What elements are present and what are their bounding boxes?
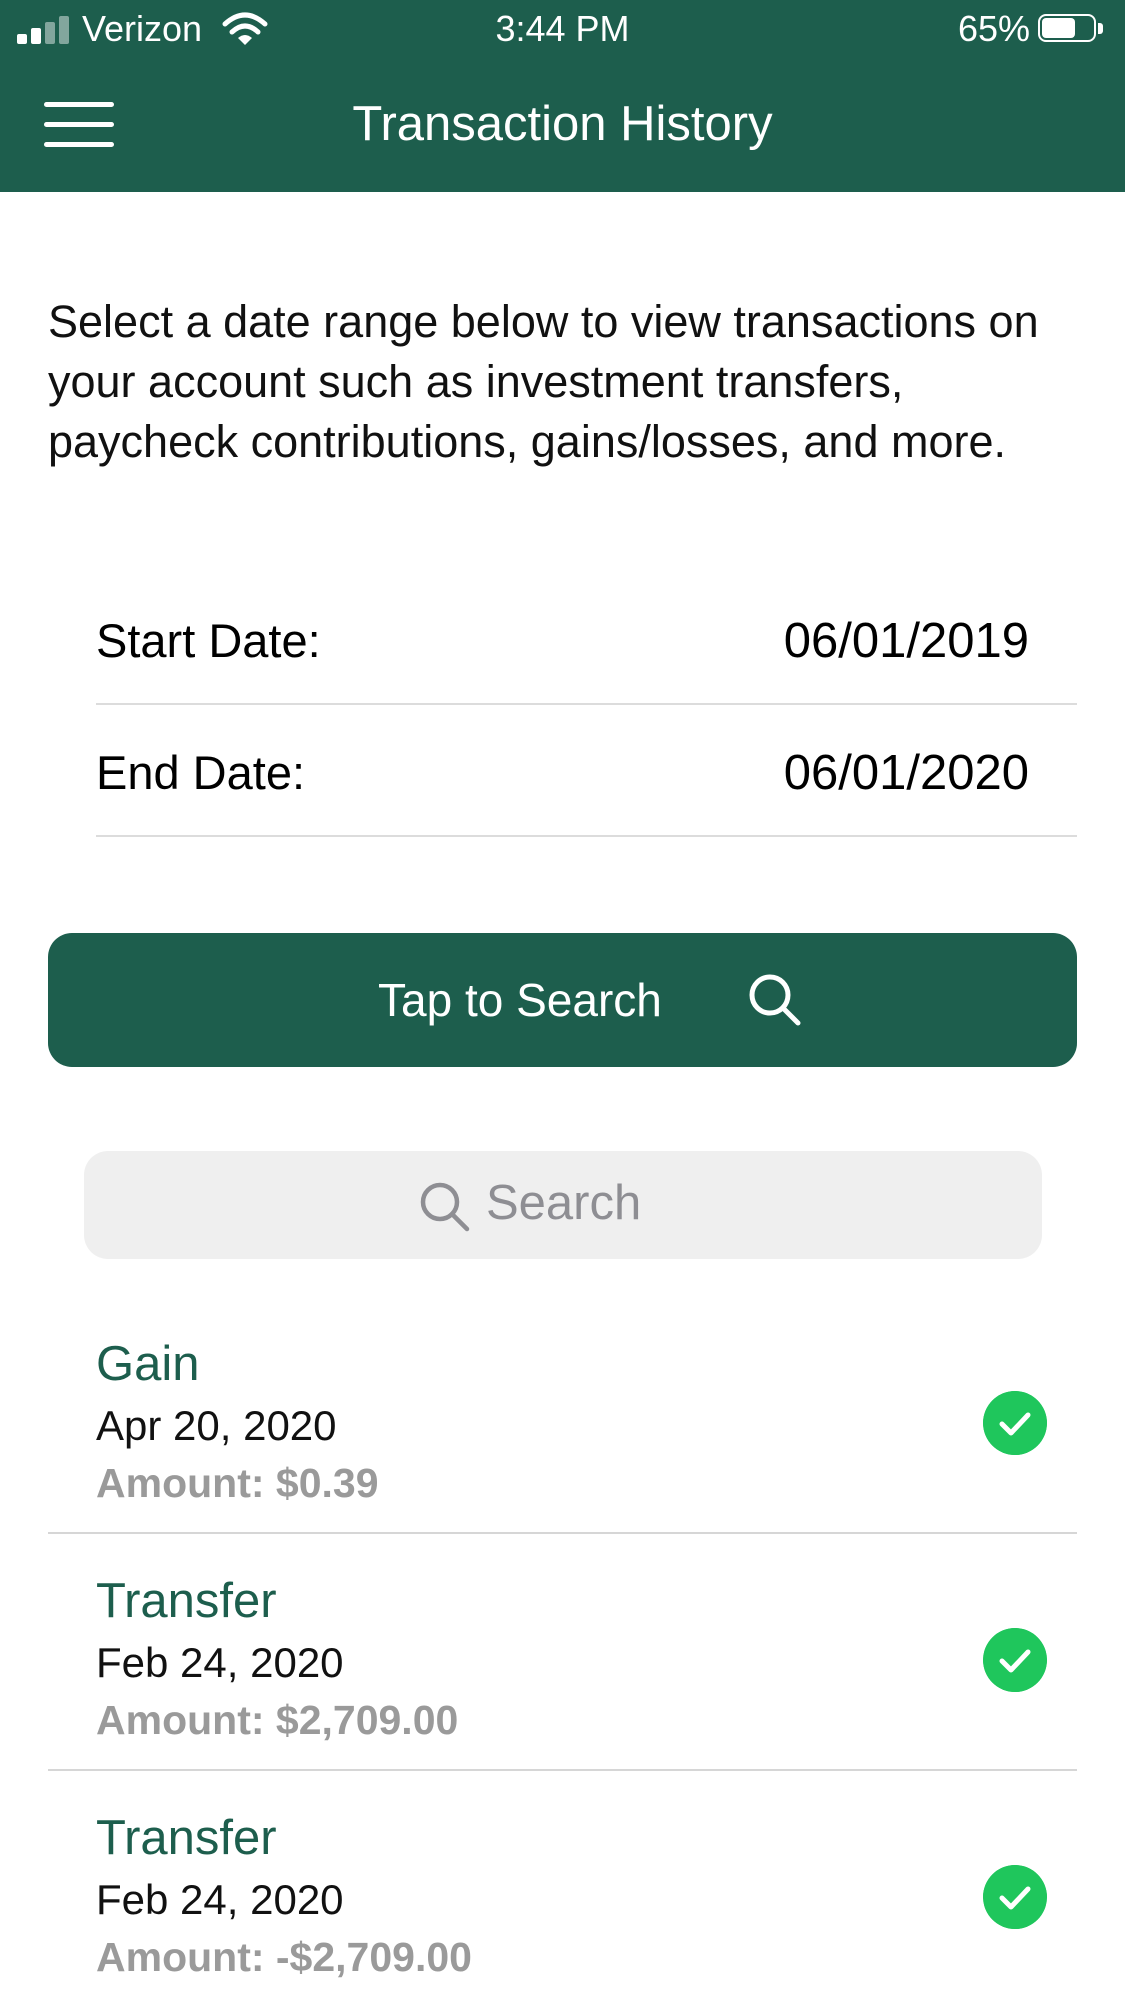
tap-to-search-label: Tap to Search <box>378 974 662 1026</box>
check-circle-icon <box>983 1865 1047 1929</box>
search-input[interactable] <box>486 1173 986 1233</box>
check-circle-icon <box>983 1628 1047 1692</box>
intro-text: Select a date range below to view transa… <box>48 296 1039 467</box>
transaction-type: Transfer <box>96 1811 277 1865</box>
end-date-row[interactable]: End Date: 06/01/2020 <box>96 705 1077 837</box>
start-date-value[interactable]: 06/01/2019 <box>784 613 1029 669</box>
status-time: 3:44 PM <box>495 8 630 49</box>
transaction-row[interactable]: Transfer Feb 24, 2020 Amount: $2,709.00 <box>48 1533 1077 1771</box>
transaction-amount: Amount: $0.39 <box>96 1460 379 1506</box>
transaction-row[interactable]: Transfer Feb 24, 2020 Amount: -$2,709.00 <box>48 1770 1077 2006</box>
battery-icon <box>1038 14 1108 46</box>
end-date-value[interactable]: 06/01/2020 <box>784 745 1029 801</box>
search-icon <box>749 974 801 1026</box>
start-date-row[interactable]: Start Date: 06/01/2019 <box>96 573 1077 705</box>
start-date-label: Start Date: <box>96 614 321 667</box>
transaction-amount: Amount: -$2,709.00 <box>96 1934 472 1980</box>
transaction-amount: Amount: $2,709.00 <box>96 1697 459 1743</box>
status-bar: Verizon 3:44 PM 65% <box>0 0 1125 60</box>
search-icon <box>420 1182 470 1232</box>
end-date-label: End Date: <box>96 746 306 799</box>
transaction-date: Feb 24, 2020 <box>96 1639 344 1686</box>
transaction-row[interactable]: Gain Apr 20, 2020 Amount: $0.39 <box>48 1296 1077 1534</box>
transaction-type: Transfer <box>96 1574 277 1628</box>
transaction-date: Apr 20, 2020 <box>96 1402 337 1449</box>
battery-percent: 65% <box>957 8 1030 49</box>
transaction-type: Gain <box>96 1337 200 1391</box>
tap-to-search-button[interactable]: Tap to Search <box>48 933 1077 1067</box>
search-bar[interactable] <box>84 1151 1042 1259</box>
check-circle-icon <box>983 1391 1047 1455</box>
page-title: Transaction History <box>352 97 773 151</box>
app-header: Verizon 3:44 PM 65% Transaction History <box>0 0 1125 192</box>
transaction-date: Feb 24, 2020 <box>96 1876 344 1923</box>
